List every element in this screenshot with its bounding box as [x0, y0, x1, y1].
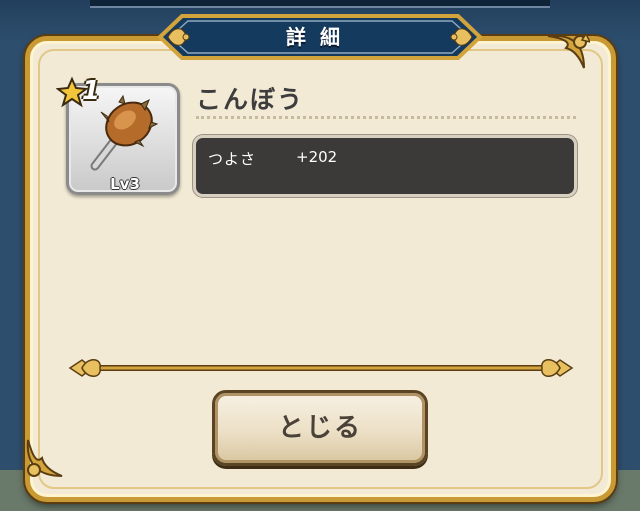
dotted-divider: [196, 116, 576, 119]
close-button[interactable]: とじる: [212, 390, 428, 466]
stat-value-strength: +202: [296, 148, 338, 166]
stat-box: つよさ +202: [193, 135, 577, 197]
dialog-title: 詳細: [286, 25, 354, 49]
background-top-bar: [90, 0, 550, 8]
rarity-number: 1: [82, 76, 101, 106]
item-name: こんぼう: [196, 85, 305, 114]
title-banner: 詳細: [140, 12, 500, 62]
item-level: Lv3: [110, 175, 140, 193]
ornamental-divider: [68, 359, 574, 377]
close-button-label: とじる: [277, 413, 362, 443]
corner-ornament-icon: [22, 432, 72, 482]
corner-ornament-icon: [540, 28, 592, 78]
stat-label-strength: つよさ: [208, 150, 257, 168]
